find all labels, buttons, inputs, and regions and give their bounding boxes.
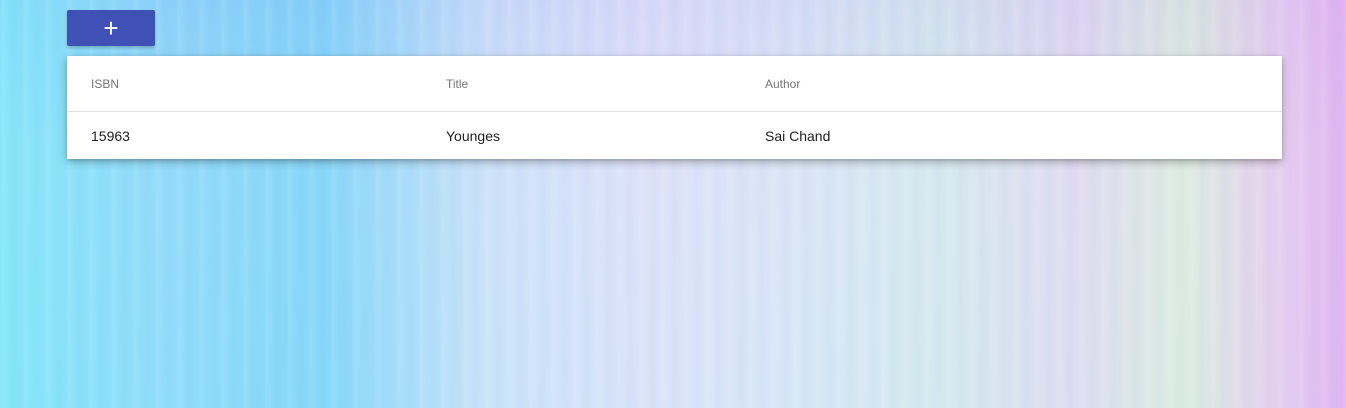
column-header-author: Author [765, 76, 801, 91]
cell-title: Younges [446, 127, 500, 144]
column-header-title: Title [446, 76, 469, 91]
cell-isbn: 15963 [91, 127, 130, 144]
table-header-row: ISBN Title Author [67, 56, 1282, 112]
cell-author: Sai Chand [765, 127, 831, 144]
column-header-isbn: ISBN [91, 76, 120, 91]
add-book-button[interactable]: + [67, 10, 155, 46]
books-table: ISBN Title Author 15963 Younges Sai Chan… [67, 56, 1282, 159]
table-row[interactable]: 15963 Younges Sai Chand [67, 112, 1282, 159]
